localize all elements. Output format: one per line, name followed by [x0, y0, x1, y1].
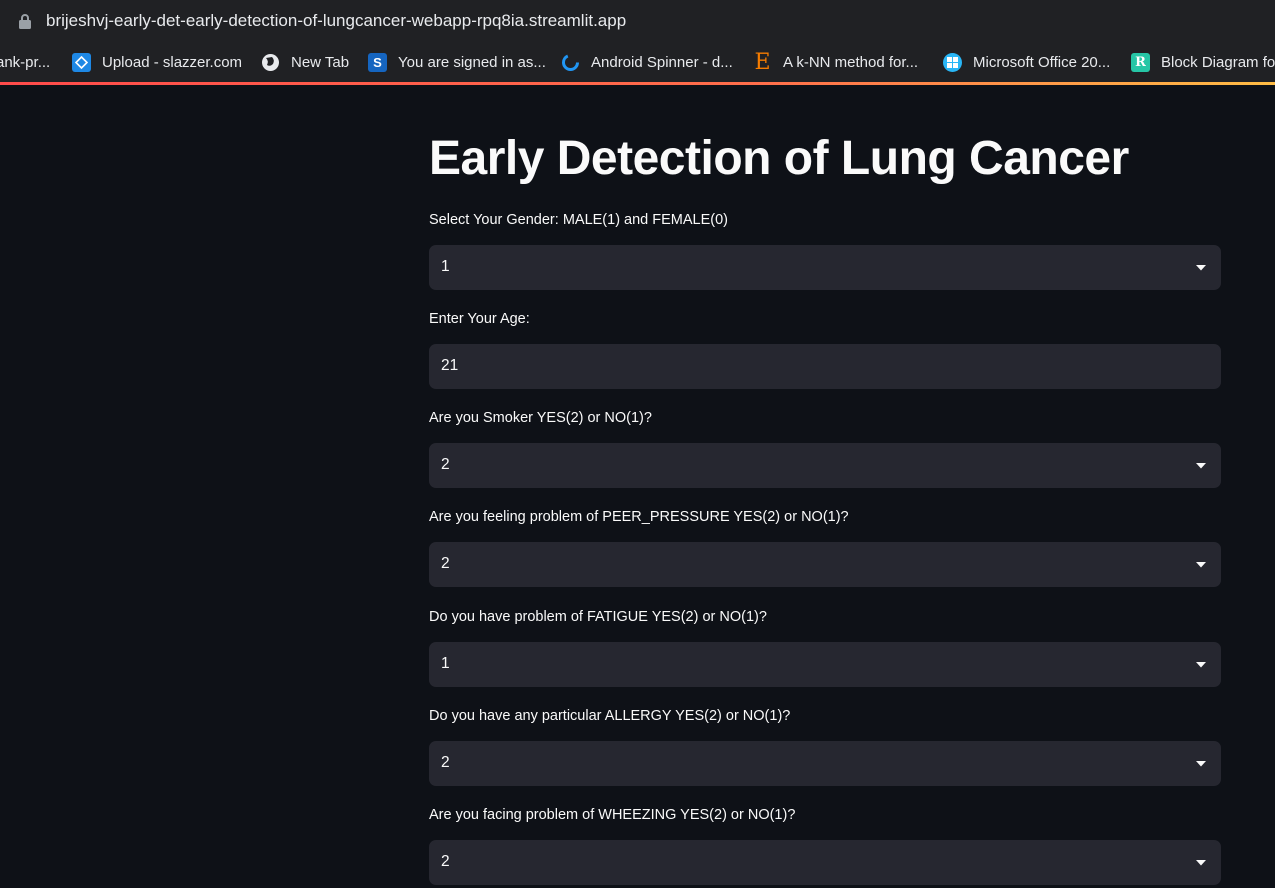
gender-select[interactable]: 1	[429, 245, 1221, 290]
spinner-icon	[561, 53, 580, 72]
bookmark-signed-in[interactable]: S You are signed in as...	[368, 50, 546, 74]
lock-icon	[19, 14, 31, 29]
r-logo-icon: R	[1131, 52, 1150, 72]
peer-pressure-field: Are you feeling problem of PEER_PRESSURE…	[429, 506, 1221, 587]
address-bar[interactable]: brijeshvj-early-det-early-detection-of-l…	[0, 0, 1275, 42]
windows-icon	[943, 52, 962, 72]
bookmark-android-spinner[interactable]: Android Spinner - d...	[561, 50, 733, 74]
age-field: Enter Your Age: 21	[429, 308, 1221, 389]
bookmark-label: A k-NN method for...	[783, 53, 919, 71]
chevron-down-icon	[1196, 562, 1206, 568]
bookmark-ms-office[interactable]: Microsoft Office 20...	[943, 50, 1110, 74]
field-label: Do you have any particular ALLERGY YES(2…	[429, 708, 791, 724]
bookmark-label: ank-pr...	[0, 53, 51, 71]
select-value: 2	[441, 754, 450, 771]
smoker-field: Are you Smoker YES(2) or NO(1)? 2	[429, 407, 1221, 488]
app-view: Early Detection of Lung Cancer Select Yo…	[0, 85, 1275, 888]
select-value: 2	[441, 456, 450, 473]
bookmark-label: Upload - slazzer.com	[102, 53, 243, 71]
age-input[interactable]: 21	[429, 344, 1221, 389]
page-title: Early Detection of Lung Cancer	[429, 132, 1129, 185]
globe-icon	[261, 53, 280, 72]
e-logo-icon: E	[754, 49, 771, 75]
select-value: 2	[441, 555, 450, 572]
input-value: 21	[441, 357, 459, 374]
wheezing-field: Are you facing problem of WHEEZING YES(2…	[429, 804, 1221, 885]
field-label: Select Your Gender: MALE(1) and FEMALE(0…	[429, 212, 729, 228]
field-label: Are you feeling problem of PEER_PRESSURE…	[429, 509, 849, 525]
s-logo-icon: S	[368, 52, 387, 72]
bookmark-new-tab[interactable]: New Tab	[261, 50, 349, 74]
bookmark-block-diagram[interactable]: R Block Diagram fo	[1131, 50, 1275, 74]
chevron-down-icon	[1196, 662, 1206, 668]
fatigue-field: Do you have problem of FATIGUE YES(2) or…	[429, 606, 1221, 687]
allergy-field: Do you have any particular ALLERGY YES(2…	[429, 705, 1221, 786]
bookmark-label: Android Spinner - d...	[591, 53, 733, 71]
bookmark-label: Microsoft Office 20...	[973, 53, 1111, 71]
bookmark-0[interactable]: ank-pr...	[0, 50, 50, 74]
select-value: 1	[441, 258, 450, 275]
bookmark-knn[interactable]: E A k-NN method for...	[753, 49, 919, 75]
chevron-down-icon	[1196, 860, 1206, 866]
field-label: Are you Smoker YES(2) or NO(1)?	[429, 410, 652, 426]
select-value: 1	[441, 655, 450, 672]
bookmark-slazzer[interactable]: Upload - slazzer.com	[72, 50, 242, 74]
gender-field: Select Your Gender: MALE(1) and FEMALE(0…	[429, 209, 1221, 290]
bookmark-label: You are signed in as...	[398, 53, 546, 71]
url-text[interactable]: brijeshvj-early-det-early-detection-of-l…	[46, 11, 626, 31]
field-label: Are you facing problem of WHEEZING YES(2…	[429, 807, 796, 823]
slazzer-icon	[72, 52, 91, 72]
field-label: Enter Your Age:	[429, 311, 530, 327]
bookmarks-bar: ank-pr... Upload - slazzer.com New Tab S…	[0, 42, 1275, 82]
bookmark-label: New Tab	[291, 53, 350, 71]
chevron-down-icon	[1196, 761, 1206, 767]
smoker-select[interactable]: 2	[429, 443, 1221, 488]
chevron-down-icon	[1196, 463, 1206, 469]
field-label: Do you have problem of FATIGUE YES(2) or…	[429, 609, 767, 625]
wheezing-select[interactable]: 2	[429, 840, 1221, 885]
peer-pressure-select[interactable]: 2	[429, 542, 1221, 587]
chevron-down-icon	[1196, 265, 1206, 271]
select-value: 2	[441, 853, 450, 870]
bookmark-label: Block Diagram fo	[1161, 53, 1275, 71]
allergy-select[interactable]: 2	[429, 741, 1221, 786]
fatigue-select[interactable]: 1	[429, 642, 1221, 687]
